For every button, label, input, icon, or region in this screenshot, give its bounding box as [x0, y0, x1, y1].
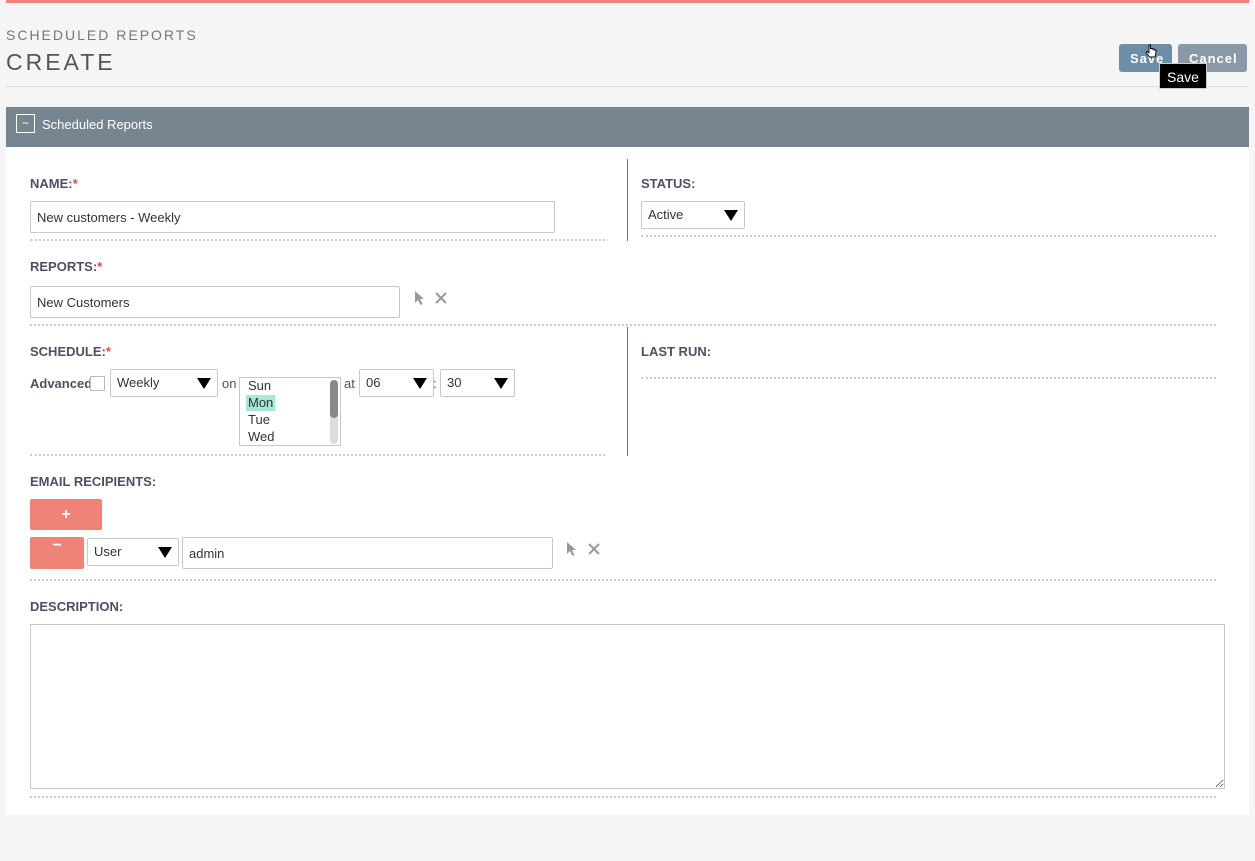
column-divider — [627, 327, 628, 456]
frequency-select[interactable]: Weekly — [110, 369, 218, 397]
schedule-label-text: SCHEDULE: — [30, 344, 106, 359]
required-marker: * — [105, 344, 111, 359]
schedule-label: SCHEDULE:* — [30, 344, 111, 359]
status-select[interactable]: Active — [641, 201, 745, 229]
name-label: NAME:* — [30, 176, 78, 191]
name-input[interactable] — [30, 201, 555, 233]
field-divider — [30, 454, 605, 456]
hour-select[interactable]: 06 — [359, 369, 434, 397]
recipient-input[interactable] — [182, 537, 553, 569]
clear-x-icon[interactable] — [586, 541, 602, 557]
save-tooltip: Save — [1159, 63, 1207, 89]
remove-recipient-button[interactable]: − — [30, 537, 84, 569]
column-divider — [627, 159, 628, 241]
module-title: SCHEDULED REPORTS — [6, 27, 198, 43]
day-option[interactable]: Sun — [246, 378, 273, 394]
description-textarea[interactable] — [30, 624, 1225, 789]
frequency-value: Weekly — [117, 375, 160, 390]
field-divider — [30, 579, 1216, 581]
field-divider — [30, 796, 1216, 798]
pointer-select-icon[interactable] — [412, 290, 428, 306]
chevron-down-icon — [158, 547, 172, 558]
field-divider — [30, 324, 1216, 326]
day-option[interactable]: Wed — [246, 429, 277, 445]
field-divider — [30, 239, 605, 241]
clear-x-icon[interactable] — [433, 290, 449, 306]
last-run-label: LAST RUN: — [641, 344, 712, 359]
reports-input[interactable] — [30, 286, 400, 318]
add-recipient-button[interactable]: + — [30, 499, 102, 530]
minute-select[interactable]: 30 — [440, 369, 515, 397]
recipient-type-value: User — [94, 544, 122, 559]
reports-label: REPORTS:* — [30, 259, 102, 274]
required-marker: * — [97, 259, 103, 274]
reports-label-text: REPORTS: — [30, 259, 98, 274]
on-label: on — [222, 376, 237, 391]
day-listbox[interactable]: Sun Mon Tue Wed — [239, 377, 341, 446]
at-label: at — [344, 376, 355, 391]
hand-cursor-icon — [1145, 44, 1157, 58]
pointer-select-icon[interactable] — [564, 541, 580, 557]
title-divider — [6, 86, 1249, 87]
field-divider — [641, 235, 1216, 237]
day-option[interactable]: Tue — [246, 412, 272, 428]
status-label: STATUS: — [641, 176, 696, 191]
status-value: Active — [648, 207, 684, 222]
minute-value: 30 — [447, 375, 462, 390]
listbox-scrollbar-thumb[interactable] — [330, 380, 338, 418]
required-marker: * — [72, 176, 78, 191]
day-option-selected[interactable]: Mon — [246, 395, 276, 411]
chevron-down-icon — [413, 378, 427, 389]
top-accent-bar — [6, 0, 1249, 3]
advanced-label: Advanced — [30, 376, 93, 391]
chevron-down-icon — [724, 210, 738, 221]
chevron-down-icon — [494, 378, 508, 389]
time-colon: : — [433, 376, 437, 391]
name-label-text: NAME: — [30, 176, 73, 191]
advanced-checkbox[interactable] — [90, 376, 105, 391]
email-recipients-label: EMAIL RECIPIENTS: — [30, 474, 157, 489]
description-label: DESCRIPTION: — [30, 599, 124, 614]
hour-value: 06 — [366, 375, 381, 390]
panel-header[interactable]: − Scheduled Reports — [6, 107, 1249, 147]
collapse-button[interactable]: − — [16, 114, 35, 133]
recipient-type-select[interactable]: User — [87, 538, 179, 566]
page-title: CREATE — [6, 49, 116, 75]
panel-title: Scheduled Reports — [42, 117, 153, 132]
chevron-down-icon — [197, 378, 211, 389]
field-divider — [641, 377, 1216, 379]
